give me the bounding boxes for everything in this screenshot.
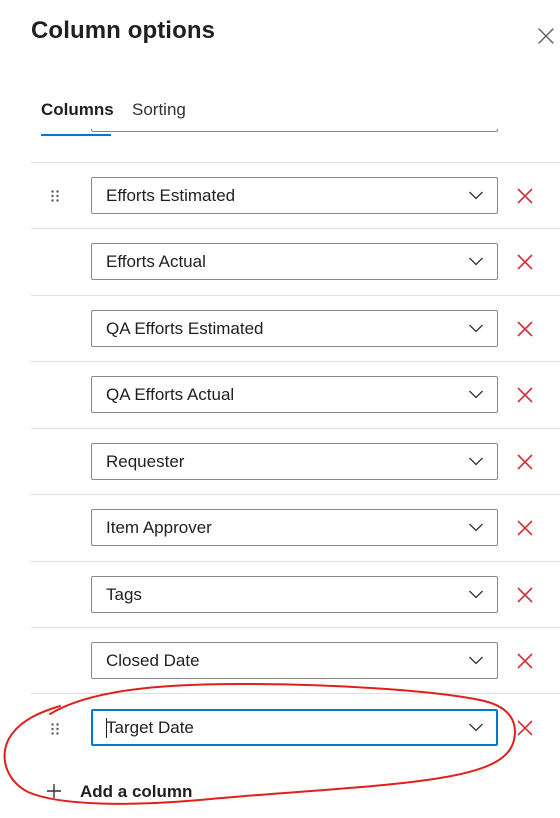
column-row: Efforts Estimated: [31, 162, 560, 228]
remove-column-button[interactable]: [515, 518, 535, 538]
column-row: Requester: [31, 428, 560, 494]
column-select-value: Target Date: [106, 718, 194, 737]
add-column-label: Add a column: [80, 782, 193, 801]
chevron-down-icon: [469, 590, 483, 599]
column-list[interactable]: Efforts Estimated Efforts Actual QA Effo…: [31, 129, 560, 754]
column-options-panel: Column options Columns Sorting Efforts E…: [0, 0, 560, 818]
column-row: Efforts Actual: [31, 228, 560, 294]
column-select-value: Efforts Estimated: [106, 186, 236, 205]
column-select[interactable]: Item Approver: [91, 509, 498, 546]
column-row: Tags: [31, 561, 560, 627]
column-row: Item Approver: [31, 494, 560, 560]
chevron-down-icon: [469, 324, 483, 333]
column-select[interactable]: QA Efforts Estimated: [91, 310, 498, 347]
column-row: Closed Date: [31, 627, 560, 693]
column-select[interactable]: Efforts Actual: [91, 243, 498, 280]
column-select[interactable]: Closed Date: [91, 642, 498, 679]
column-select-value: Requester: [106, 452, 185, 471]
column-select-value: Item Approver: [106, 518, 212, 537]
column-select[interactable]: Tags: [91, 576, 498, 613]
drag-handle-icon[interactable]: [50, 189, 60, 203]
close-button[interactable]: [534, 24, 558, 48]
remove-column-button[interactable]: [515, 319, 535, 339]
remove-column-button[interactable]: [515, 186, 535, 206]
column-row: QA Efforts Estimated: [31, 295, 560, 361]
chevron-down-icon: [469, 656, 483, 665]
chevron-down-icon: [469, 723, 483, 732]
column-select-value: Closed Date: [106, 651, 200, 670]
chevron-down-icon: [469, 257, 483, 266]
column-row: [31, 129, 560, 147]
column-select-value: QA Efforts Actual: [106, 385, 235, 404]
remove-column-button[interactable]: [515, 718, 535, 738]
remove-column-button[interactable]: [515, 585, 535, 605]
column-select-focused[interactable]: Target Date: [91, 709, 498, 746]
remove-column-button[interactable]: [515, 252, 535, 272]
column-select-value: QA Efforts Estimated: [106, 319, 264, 338]
tab-columns[interactable]: Columns: [41, 96, 114, 124]
column-select[interactable]: QA Efforts Actual: [91, 376, 498, 413]
remove-column-button[interactable]: [515, 452, 535, 472]
chevron-down-icon: [469, 390, 483, 399]
panel-title: Column options: [31, 17, 216, 44]
chevron-down-icon: [469, 457, 483, 466]
column-row: Target Date: [31, 693, 560, 754]
drag-handle-icon[interactable]: [50, 722, 60, 736]
plus-icon: [47, 784, 61, 798]
chevron-down-icon: [469, 523, 483, 532]
chevron-down-icon: [469, 191, 483, 200]
column-select[interactable]: [91, 129, 498, 132]
column-select-value: Tags: [106, 585, 142, 604]
close-icon: [538, 28, 554, 44]
remove-column-button[interactable]: [515, 385, 535, 405]
column-select-value: Efforts Actual: [106, 252, 206, 271]
column-select[interactable]: Requester: [91, 443, 498, 480]
column-row: QA Efforts Actual: [31, 361, 560, 427]
remove-column-button[interactable]: [515, 651, 535, 671]
column-select[interactable]: Efforts Estimated: [91, 177, 498, 214]
tab-sorting[interactable]: Sorting: [132, 96, 186, 124]
